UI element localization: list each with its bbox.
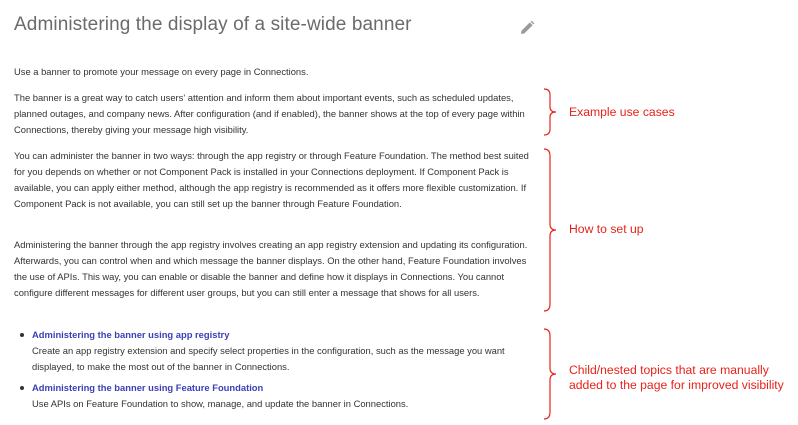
child-topics-list: Administering the banner using app regis…: [14, 327, 534, 412]
bullet-dot: [20, 333, 24, 337]
feature-foundation-topic-link[interactable]: Administering the banner using Feature F…: [32, 382, 263, 393]
how-to-set-up-annotation: How to set up: [569, 222, 644, 236]
example-use-cases-annotation: Example use cases: [569, 105, 675, 119]
app-registry-paragraph: Administering the banner through the app…: [14, 239, 528, 298]
page-title: Administering the display of a site-wide…: [14, 14, 412, 35]
bullet-dot: [20, 386, 24, 390]
pencil-icon[interactable]: [519, 20, 535, 36]
app-registry-topic-link[interactable]: Administering the banner using app regis…: [32, 329, 229, 340]
child-topics-annotation-line1: Child/nested topics that are manually: [569, 363, 769, 377]
list-item: Administering the banner using Feature F…: [14, 380, 534, 412]
use-cases-paragraph: The banner is a great way to catch users…: [14, 92, 525, 135]
child-topics-annotation-line2: added to the page for improved visibilit…: [569, 378, 784, 392]
child-topics-brace: [543, 328, 557, 420]
child-topics-annotation: Child/nested topics that are manually ad…: [569, 363, 784, 393]
methods-paragraph: You can administer the banner in two way…: [14, 150, 529, 209]
app-registry-topic-description: Create an app registry extension and spe…: [32, 345, 505, 372]
how-to-set-up-brace: [543, 148, 557, 312]
intro-paragraph: Use a banner to promote your message on …: [14, 66, 309, 77]
feature-foundation-topic-description: Use APIs on Feature Foundation to show, …: [32, 398, 409, 409]
use-cases-brace: [543, 88, 557, 136]
list-item: Administering the banner using app regis…: [14, 327, 534, 375]
